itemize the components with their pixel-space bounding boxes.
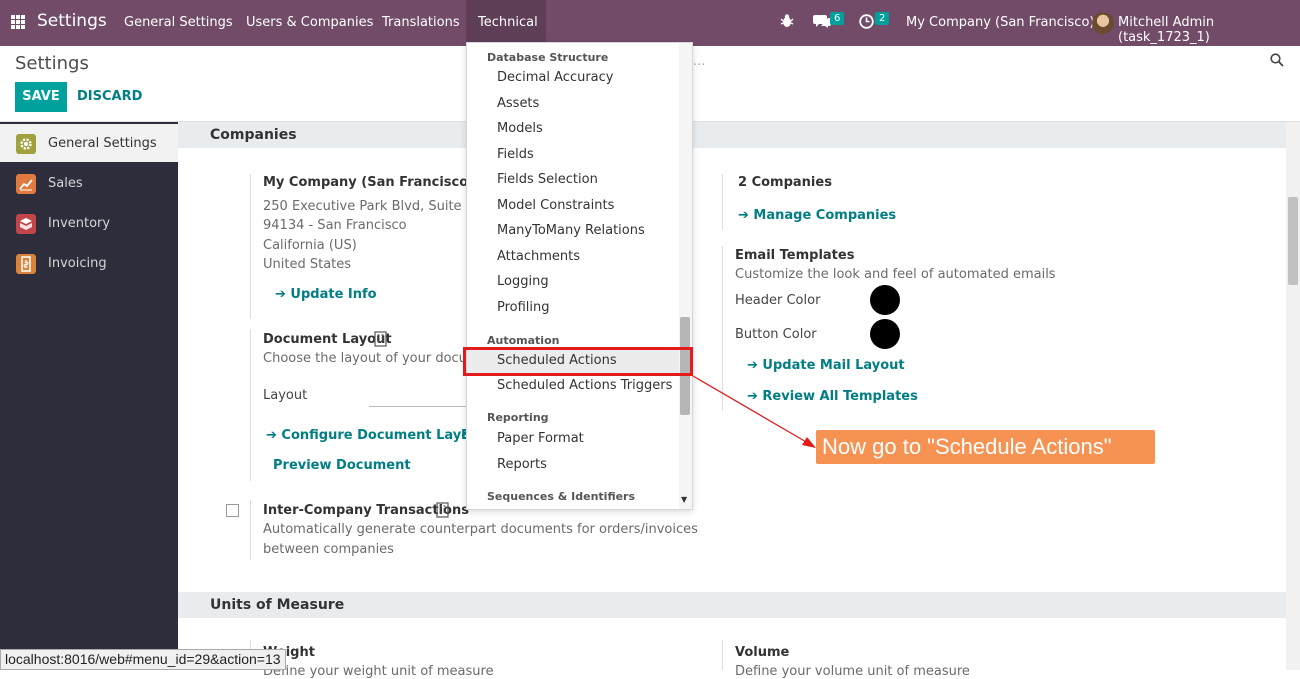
annotation-arrow bbox=[692, 375, 816, 448]
browser-status-url: localhost:8016/web#menu_id=29&action=13 bbox=[0, 649, 286, 670]
annotation-callout: Now go to "Schedule Actions" bbox=[816, 430, 1155, 464]
